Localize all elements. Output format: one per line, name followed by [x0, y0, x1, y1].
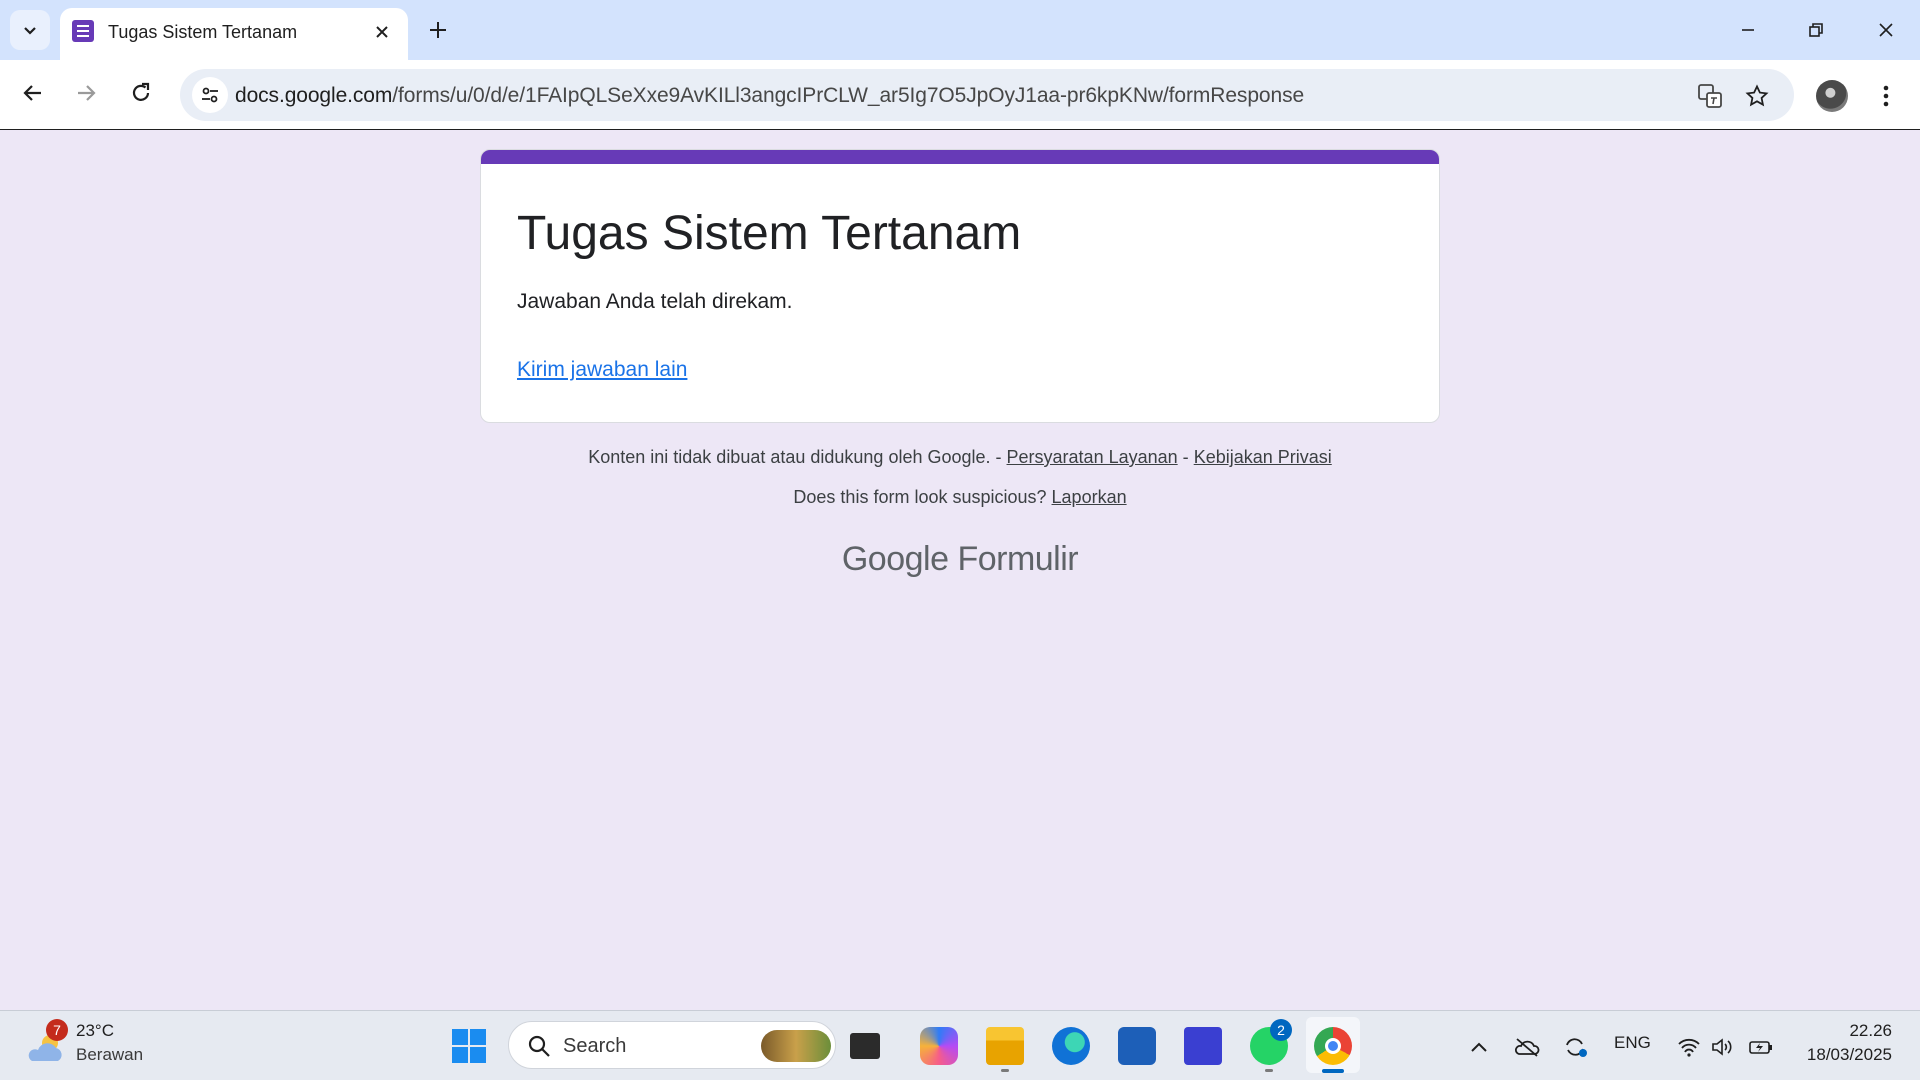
minimize-icon — [1742, 29, 1754, 31]
search-placeholder: Search — [563, 1035, 627, 1057]
tune-icon — [202, 87, 218, 103]
card-accent-bar — [481, 150, 1439, 164]
translate-button[interactable] — [1695, 81, 1725, 111]
tab-strip: Tugas Sistem Tertanam — [0, 0, 1920, 60]
forward-button[interactable] — [66, 73, 106, 113]
close-icon — [1879, 23, 1893, 37]
footer-separator: - — [1182, 447, 1189, 467]
submit-another-link[interactable]: Kirim jawaban lain — [517, 358, 687, 382]
show-hidden-icons-button[interactable] — [1466, 1035, 1492, 1059]
footer-report-line: Does this form look suspicious? Laporkan — [480, 487, 1440, 508]
close-window-button[interactable] — [1862, 10, 1910, 50]
whatsapp-badge: 2 — [1270, 1019, 1292, 1041]
sync-status[interactable] — [1562, 1035, 1588, 1059]
clock-date: 18/03/2025 — [1806, 1045, 1892, 1064]
chrome-active-indicator — [1322, 1069, 1344, 1073]
taskbar: 7 23°C Berawan Search 2 ENG 22.26 18/03/… — [0, 1010, 1920, 1080]
address-bar[interactable]: docs.google.com/forms/u/0/d/e/1FAIpQLSeX… — [180, 69, 1794, 121]
brand-product: Formulir — [957, 540, 1079, 578]
reload-button[interactable] — [121, 73, 161, 113]
footer-disclaimer: Konten ini tidak dibuat atau didukung ol… — [588, 447, 1002, 467]
form-confirmation-card: Tugas Sistem Tertanam Jawaban Anda telah… — [480, 149, 1440, 423]
restore-icon — [1809, 23, 1823, 37]
browser-toolbar: docs.google.com/forms/u/0/d/e/1FAIpQLSeX… — [0, 60, 1920, 130]
start-button[interactable] — [452, 1029, 486, 1063]
cloud-offline-icon — [1515, 1038, 1540, 1057]
tab-title: Tugas Sistem Tertanam — [108, 22, 298, 42]
suspicious-text: Does this form look suspicious? — [793, 487, 1047, 507]
site-info-button[interactable] — [192, 77, 228, 113]
wifi-icon — [1678, 1038, 1700, 1057]
brand-google: Google — [841, 540, 949, 578]
language-indicator[interactable]: ENG — [1614, 1033, 1651, 1053]
tab-close-button[interactable] — [370, 20, 394, 44]
url-host: docs.google.com — [235, 84, 393, 107]
privacy-link[interactable]: Kebijakan Privasi — [1194, 447, 1332, 467]
minimize-button[interactable] — [1724, 10, 1772, 50]
search-highlight-image — [761, 1030, 831, 1062]
footer-disclaimer-line: Konten ini tidak dibuat atau didukung ol… — [480, 447, 1440, 468]
task-view-icon[interactable] — [850, 1033, 880, 1059]
volume-status[interactable] — [1710, 1035, 1736, 1059]
close-icon — [376, 26, 388, 38]
new-tab-button[interactable] — [422, 14, 454, 46]
battery-charging-icon — [1749, 1041, 1772, 1054]
chrome-icon-center — [1325, 1038, 1341, 1054]
app-icon[interactable] — [1184, 1027, 1222, 1065]
profile-avatar[interactable] — [1816, 80, 1848, 112]
browser-menu-button[interactable] — [1870, 80, 1902, 112]
battery-status[interactable] — [1748, 1035, 1774, 1059]
google-forms-icon — [72, 20, 94, 42]
sync-icon — [1566, 1038, 1587, 1057]
file-explorer-running-indicator — [1001, 1069, 1009, 1072]
translate-icon — [1698, 84, 1722, 108]
file-explorer-icon[interactable] — [986, 1027, 1024, 1065]
report-link[interactable]: Laporkan — [1052, 487, 1127, 507]
reload-icon — [132, 82, 150, 101]
browser-tab[interactable]: Tugas Sistem Tertanam — [60, 8, 408, 60]
wifi-status[interactable] — [1676, 1035, 1702, 1059]
volume-icon — [1712, 1038, 1732, 1056]
url-text[interactable]: docs.google.com/forms/u/0/d/e/1FAIpQLSeX… — [235, 84, 1304, 108]
arrow-right-icon — [78, 85, 96, 101]
clock-time: 22.26 — [1849, 1021, 1892, 1040]
tab-search-button[interactable] — [10, 10, 50, 50]
arrow-left-icon — [23, 85, 41, 101]
star-icon — [1745, 84, 1769, 107]
copilot-icon[interactable] — [920, 1027, 958, 1065]
url-path: /forms/u/0/d/e/1FAIpQLSeXxe9AvKILl3angcI… — [392, 84, 1305, 107]
chrome-taskbar-button[interactable] — [1306, 1017, 1360, 1073]
plus-icon — [430, 22, 446, 38]
onedrive-status[interactable] — [1514, 1035, 1540, 1059]
search-icon — [528, 1035, 550, 1057]
weather-desc: Berawan — [76, 1045, 144, 1064]
taskbar-search[interactable]: Search — [508, 1021, 836, 1069]
windows-logo-icon — [452, 1029, 468, 1045]
whatsapp-running-indicator — [1265, 1069, 1273, 1072]
chevron-down-icon — [24, 27, 36, 35]
bookmark-button[interactable] — [1742, 81, 1772, 111]
chevron-up-icon — [1471, 1042, 1487, 1052]
weather-temp: 23°C — [76, 1021, 114, 1040]
edge-icon[interactable] — [1052, 1027, 1090, 1065]
terms-link[interactable]: Persyaratan Layanan — [1007, 447, 1178, 467]
microsoft-store-icon[interactable] — [1118, 1027, 1156, 1065]
google-forms-logo[interactable]: Google Formulir — [480, 540, 1440, 579]
back-button[interactable] — [13, 73, 53, 113]
confirmation-message: Jawaban Anda telah direkam. — [517, 290, 793, 313]
weather-badge: 7 — [46, 1019, 68, 1041]
form-title: Tugas Sistem Tertanam — [517, 207, 1022, 260]
more-vertical-icon — [1883, 85, 1889, 107]
restore-button[interactable] — [1792, 10, 1840, 50]
